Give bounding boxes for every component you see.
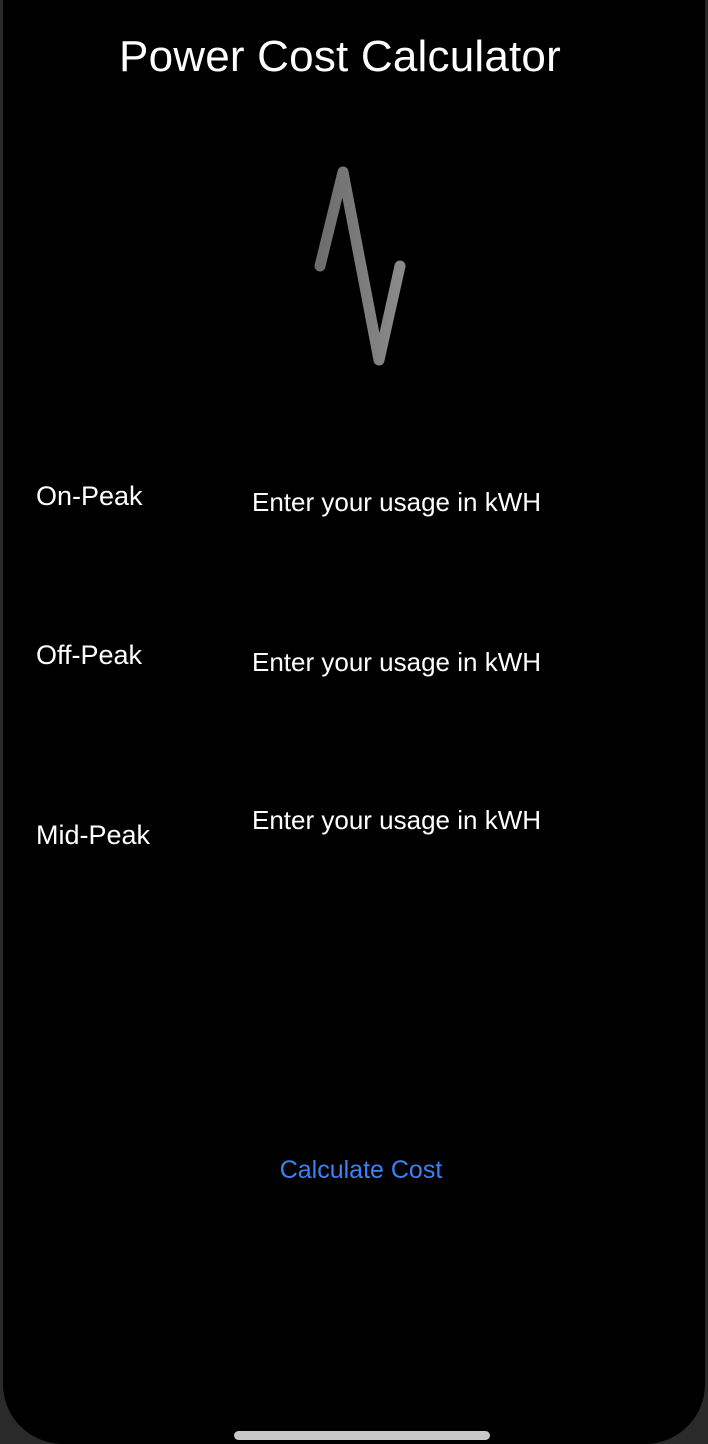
page-title: Power Cost Calculator xyxy=(119,32,561,81)
on-peak-usage-input[interactable] xyxy=(248,482,676,522)
mid-peak-usage-input[interactable] xyxy=(248,800,676,840)
home-indicator[interactable] xyxy=(234,1431,490,1440)
off-peak-label: Off-Peak xyxy=(36,640,143,670)
mid-peak-label: Mid-Peak xyxy=(36,820,151,850)
pulse-heartbeat-icon xyxy=(204,166,513,366)
off-peak-usage-input[interactable] xyxy=(248,642,676,682)
device-frame: Power Cost Calculator On-Peak Off-Peak M… xyxy=(0,0,708,1444)
calculate-cost-button[interactable]: Calculate Cost xyxy=(0,1156,708,1185)
on-peak-label: On-Peak xyxy=(36,481,143,511)
